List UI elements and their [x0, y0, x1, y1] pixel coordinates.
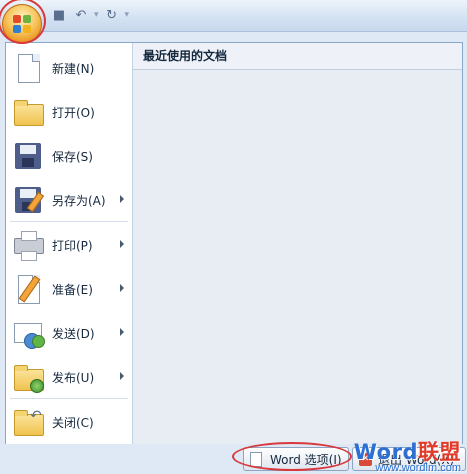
menu-footer: Word 选项(I) ✕ 退出 Word(X)	[0, 444, 467, 473]
save-icon[interactable]: ■	[50, 6, 68, 24]
exit-word-button[interactable]: ✕ 退出 Word(X)	[352, 447, 466, 471]
menu-item-open[interactable]: 打开(O)	[6, 90, 132, 134]
menu-item-print[interactable]: 打印(P)	[6, 223, 132, 267]
menu-item-label: 保存(S)	[52, 149, 93, 164]
menu-item-publish[interactable]: 发布(U)	[6, 355, 132, 399]
submenu-arrow-icon	[120, 284, 124, 292]
menu-item-new[interactable]: 新建(N)	[6, 46, 132, 90]
open-folder-icon	[12, 96, 44, 128]
office-logo-icon	[13, 15, 21, 23]
options-document-icon	[250, 451, 262, 467]
submenu-arrow-icon	[120, 195, 124, 203]
menu-item-close[interactable]: ↶ 关闭(C)	[6, 400, 132, 444]
prepare-pencil-icon	[12, 273, 44, 305]
quick-access-toolbar: ■ ↶ ▾ ↻ ▾	[50, 5, 129, 25]
title-bar: ■ ↶ ▾ ↻ ▾	[0, 0, 467, 32]
menu-divider	[10, 398, 128, 399]
menu-item-label: 新建(N)	[52, 61, 95, 76]
menu-item-label: 发布(U)	[52, 370, 95, 385]
submenu-arrow-icon	[120, 328, 124, 336]
new-document-icon	[12, 52, 44, 84]
menu-item-label: 打开(O)	[52, 105, 95, 120]
office-menu: 新建(N) 打开(O) 保存(S) 另存为(A) 打印(P) 准备(E) 发送(…	[5, 42, 463, 446]
menu-item-save-as[interactable]: 另存为(A)	[6, 178, 132, 222]
save-as-icon	[12, 184, 45, 216]
office-button[interactable]	[2, 4, 42, 44]
menu-item-label: 发送(D)	[52, 326, 95, 341]
menu-item-send[interactable]: 发送(D)	[6, 311, 132, 355]
save-disk-icon	[12, 140, 44, 172]
submenu-arrow-icon	[120, 372, 124, 380]
redo-icon[interactable]: ↻	[103, 6, 121, 24]
undo-icon[interactable]: ↶	[72, 6, 90, 24]
word-options-button[interactable]: Word 选项(I)	[243, 447, 349, 471]
publish-folder-icon	[12, 361, 44, 393]
recent-documents-panel: 最近使用的文档	[133, 43, 462, 445]
close-folder-icon: ↶	[12, 406, 44, 438]
recent-documents-header: 最近使用的文档	[133, 43, 462, 70]
menu-item-label: 关闭(C)	[52, 415, 94, 430]
customize-arrow-icon[interactable]: ▾	[125, 10, 130, 20]
menu-item-label: 另存为(A)	[52, 193, 106, 208]
submenu-arrow-icon	[120, 240, 124, 248]
exit-word-label: 退出 Word(X)	[378, 452, 455, 467]
undo-dropdown-icon[interactable]: ▾	[94, 10, 99, 20]
menu-item-save[interactable]: 保存(S)	[6, 134, 132, 178]
menu-divider	[10, 221, 128, 222]
menu-item-label: 打印(P)	[52, 238, 93, 253]
menu-commands: 新建(N) 打开(O) 保存(S) 另存为(A) 打印(P) 准备(E) 发送(…	[6, 43, 133, 445]
menu-item-prepare[interactable]: 准备(E)	[6, 267, 132, 311]
menu-item-label: 准备(E)	[52, 282, 93, 297]
word-options-label: Word 选项(I)	[270, 452, 342, 467]
printer-icon	[12, 229, 44, 261]
send-mail-icon	[12, 317, 45, 349]
exit-icon: ✕	[359, 452, 372, 466]
